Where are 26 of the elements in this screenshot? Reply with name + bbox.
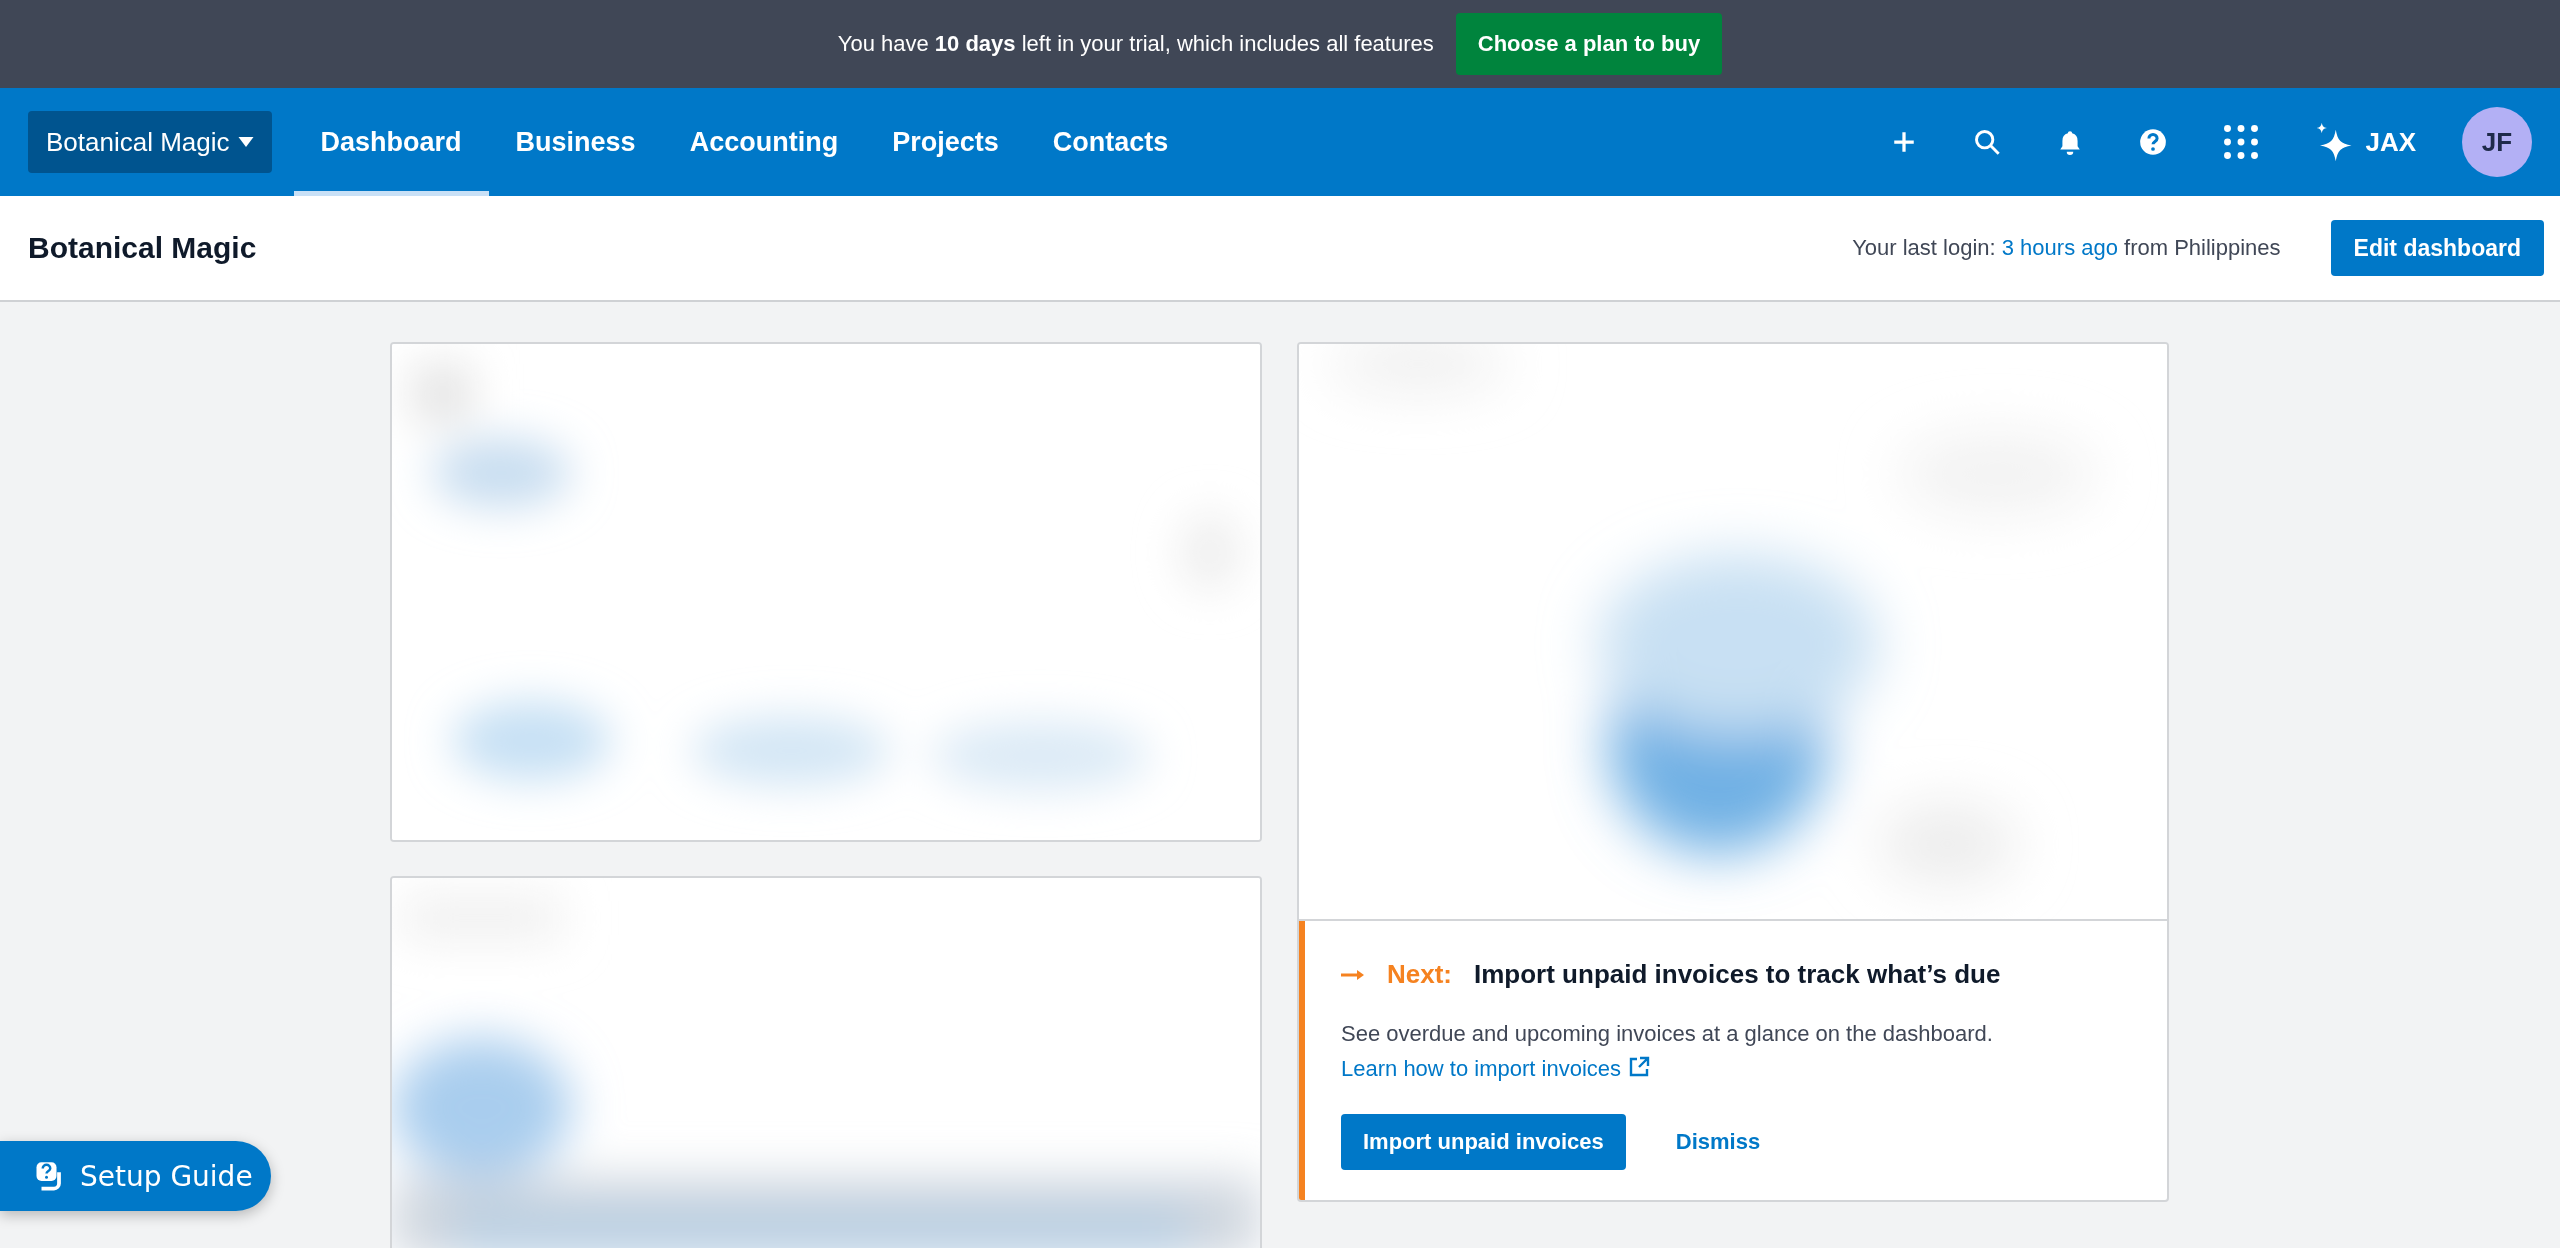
- help-cards-icon: [34, 1161, 64, 1191]
- assistant-button[interactable]: JAX: [2307, 120, 2422, 164]
- edit-dashboard-button[interactable]: Edit dashboard: [2330, 220, 2544, 276]
- arrow-icon: [1341, 968, 1365, 981]
- last-login-link[interactable]: 3 hours ago: [2001, 235, 2118, 260]
- setup-guide-button[interactable]: Setup Guide: [0, 1141, 271, 1211]
- import-invoices-button[interactable]: Import unpaid invoices: [1341, 1114, 1626, 1171]
- prompt-description: See overdue and upcoming invoices at a glance on the dashboard. Learn how to import invoices: [1341, 1020, 1994, 1084]
- choose-plan-button[interactable]: Choose a plan to buy: [1455, 13, 1723, 75]
- user-avatar[interactable]: JF: [2462, 107, 2532, 177]
- learn-more-link[interactable]: Learn how to import invoices: [1341, 1056, 1622, 1082]
- trial-message: You have 10 days left in your trial, which includes all features: [837, 31, 1434, 57]
- dismiss-button[interactable]: Dismiss: [1655, 1119, 1781, 1166]
- apps-grid-icon[interactable]: [2223, 124, 2260, 160]
- next-label: Next:: [1387, 959, 1452, 990]
- nav-tab[interactable]: Business: [488, 88, 663, 196]
- organisation-switcher[interactable]: Botanical Magic: [28, 111, 272, 173]
- nav-tab[interactable]: Projects: [865, 88, 1026, 196]
- help-icon[interactable]: [2139, 128, 2168, 156]
- nav-tab[interactable]: Contacts: [1025, 88, 1196, 196]
- prompt-title: Import unpaid invoices to track what’s due: [1474, 959, 2001, 990]
- caret-icon: [237, 137, 254, 147]
- page-title: Botanical Magic: [28, 231, 257, 265]
- last-login-text: Your last login: 3 hours ago from Philippines: [1852, 235, 2281, 261]
- search-icon[interactable]: [1973, 128, 2002, 156]
- nav-tab[interactable]: Accounting: [662, 88, 866, 196]
